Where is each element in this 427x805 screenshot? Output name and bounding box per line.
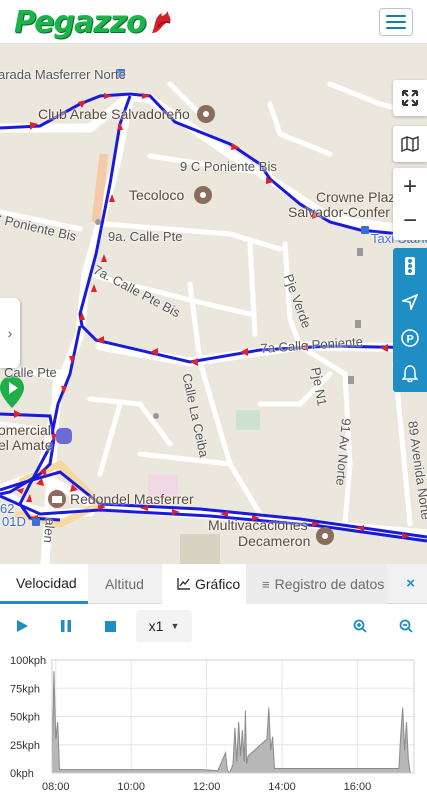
y-tick-label: 100kph [10,655,46,667]
chevron-right-icon: › [7,325,13,341]
traffic-button[interactable] [393,248,427,284]
map-icon [401,136,419,152]
fullscreen-button[interactable] [393,80,427,116]
bell-icon [402,365,418,383]
tab-label: Altitud [105,576,144,592]
tab-grafico[interactable]: Gráfico [162,564,246,604]
poi-label: Decameron [238,533,311,549]
playback-controls: x1 ▼ [0,604,427,650]
play-icon [17,620,28,632]
tab-registro[interactable]: ≡ Registro de datos [246,564,387,604]
x-tick-label: 14:00 [268,781,296,793]
map-canvas [0,69,427,564]
poi-label: Tecoloco [129,187,185,203]
street-label: arada Masferrer Norte [0,67,126,82]
zoom-control: + − [393,168,427,240]
minor-roads [0,81,427,527]
chevron-down-icon: ▼ [170,621,180,631]
stop-button[interactable] [102,618,118,634]
poi-label: Redondel Masferrer [70,491,194,507]
tab-label: Velocidad [16,574,77,591]
y-tick-label: 25kph [10,740,40,752]
street-label: alen [40,517,58,544]
x-tick-label: 08:00 [42,781,70,793]
poi-label: Multivacaciones [208,517,308,533]
data-tabs: Velocidad Altitud Gráfico ≡ Registro de … [0,564,427,604]
speed-select[interactable]: x1 ▼ [136,610,192,642]
expand-icon [402,90,418,106]
logo-text: Pegazzo [14,4,147,40]
shopping-marker[interactable] [56,428,72,444]
zoom-out-icon [399,619,413,633]
play-button[interactable] [14,618,30,634]
y-tick-label: 75kph [10,683,40,695]
line-chart-icon [177,578,190,590]
tab-altitud[interactable]: Altitud [88,564,162,604]
park-area [236,410,260,430]
poi-label: el Amate [0,437,53,453]
speed-value: x1 [148,618,164,634]
pause-icon [61,620,71,632]
bus-stop-label: 01D [2,514,26,529]
pegasus-icon [151,11,171,33]
tab-label: Registro de datos [274,576,385,592]
y-tick-label: 0kph [10,768,34,780]
alerts-button[interactable] [393,356,427,392]
tab-label: Gráfico [195,576,241,592]
zoom-in-icon[interactable]: + [403,170,417,204]
hamburger-icon [386,15,406,17]
map-type-button[interactable] [393,126,427,162]
menu-button[interactable] [379,8,413,36]
navigation-button[interactable] [393,284,427,320]
tab-velocidad[interactable]: Velocidad [0,564,88,604]
pegazzo-logo[interactable]: Pegazzo [14,2,174,42]
app-header: Pegazzo [0,0,427,44]
map-view[interactable]: arada Masferrer Norte 9 C Poniente Bis C… [0,44,427,564]
poi-label: Crowne Plaz [316,189,396,205]
speed-chart-svg: 100kph 75kph 50kph 25kph 0kph 08:00 10:00 12:00… [10,655,415,793]
zoom-out-chart-button[interactable] [398,618,414,634]
zoom-in-icon [353,619,367,633]
zoom-out-icon[interactable]: − [403,204,417,238]
speed-chart[interactable]: 100kph 75kph 50kph 25kph 0kph 08:00 10:00 12:00… [0,650,427,800]
poi-label: Club Arabe Salvadoreño [38,106,190,122]
poi-label: omercial [0,422,51,438]
street-label: 9 C Poniente Bis [180,159,277,174]
stop-icon [104,620,116,632]
y-tick-label: 50kph [10,712,40,724]
poi-label: Salvador-Confer [288,204,390,220]
traffic-light-icon [405,257,415,275]
pause-button[interactable] [58,618,74,634]
parking-icon: P [401,329,419,347]
zoom-in-chart-button[interactable] [352,618,368,634]
svg-text:P: P [407,334,414,346]
parking-button[interactable]: P [393,320,427,356]
speed-area [51,671,414,775]
panel-toggle-tab[interactable]: › [0,298,20,368]
close-panel-icon[interactable]: × [406,575,415,592]
list-icon: ≡ [262,576,270,592]
x-tick-label: 10:00 [117,781,145,793]
navigation-icon [402,294,418,310]
x-tick-label: 16:00 [344,781,372,793]
street-label: 9a. Calle Pte [108,229,183,244]
x-tick-label: 12:00 [193,781,221,793]
